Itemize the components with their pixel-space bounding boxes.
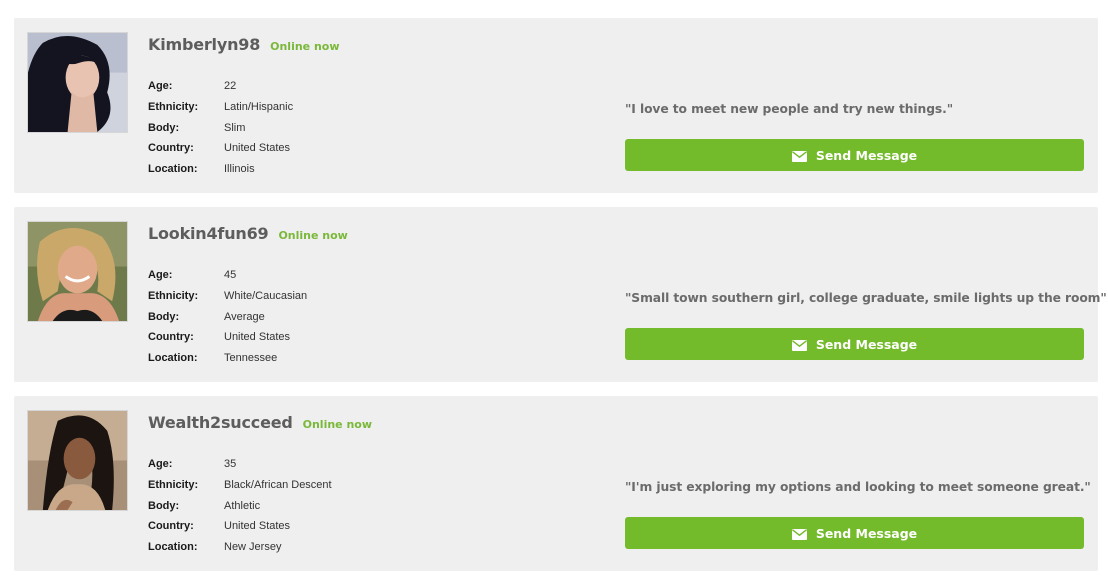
detail-value: White/Caucasian	[224, 290, 308, 303]
detail-label: Body:	[148, 499, 180, 512]
profile-photo[interactable]	[27, 32, 128, 133]
send-message-label: Send Message	[815, 525, 918, 541]
send-message-button[interactable]: Send Message	[625, 517, 1084, 549]
detail-label: Ethnicity:	[148, 101, 199, 114]
detail-label: Location:	[148, 541, 198, 554]
envelope-icon	[791, 150, 807, 162]
detail-label: Body:	[148, 121, 180, 134]
detail-row-ethnicity: Ethnicity: Latin/Hispanic	[148, 97, 293, 118]
detail-label: Ethnicity:	[148, 290, 199, 303]
detail-label: Country:	[148, 520, 194, 533]
username[interactable]: Wealth2succeed	[148, 413, 293, 432]
detail-label: Age:	[148, 269, 173, 282]
send-message-button[interactable]: Send Message	[625, 139, 1084, 171]
detail-label: Age:	[148, 80, 173, 93]
detail-value: New Jersey	[224, 541, 282, 554]
detail-value: Latin/Hispanic	[224, 101, 294, 114]
detail-row-age: Age: 35	[148, 454, 332, 475]
detail-value: Tennessee	[224, 352, 278, 365]
profile-details: Age: 22 Ethnicity: Latin/Hispanic Body: …	[148, 76, 293, 179]
detail-value: Athletic	[224, 499, 261, 512]
detail-row-country: Country: United States	[148, 516, 332, 537]
profile-details: Age: 35 Ethnicity: Black/African Descent…	[148, 454, 332, 557]
detail-row-age: Age: 45	[148, 265, 307, 286]
detail-value: 35	[224, 458, 237, 471]
profile-quote: "Small town southern girl, college gradu…	[625, 291, 1107, 305]
detail-value: United States	[224, 520, 291, 533]
detail-value: Average	[224, 310, 265, 323]
profile-card: Wealth2succeed Online now Age: 35 Ethnic…	[14, 396, 1098, 571]
detail-row-age: Age: 22	[148, 76, 293, 97]
detail-value: United States	[224, 142, 291, 155]
online-status-badge: Online now	[302, 418, 373, 431]
detail-label: Ethnicity:	[148, 479, 199, 492]
detail-row-body: Body: Average	[148, 306, 307, 327]
detail-label: Country:	[148, 331, 194, 344]
profile-details: Age: 45 Ethnicity: White/Caucasian Body:…	[148, 265, 307, 368]
profile-photo[interactable]	[27, 221, 128, 322]
detail-row-location: Location: Illinois	[148, 159, 293, 180]
detail-row-location: Location: Tennessee	[148, 348, 307, 369]
envelope-icon	[791, 339, 807, 351]
detail-row-body: Body: Slim	[148, 117, 293, 138]
detail-row-location: Location: New Jersey	[148, 537, 332, 558]
detail-label: Location:	[148, 352, 198, 365]
detail-value: Black/African Descent	[224, 479, 332, 492]
profile-card: Kimberlyn98 Online now Age: 22 Ethnicity…	[14, 18, 1098, 193]
username[interactable]: Kimberlyn98	[148, 35, 260, 54]
online-status-badge: Online now	[270, 40, 340, 53]
detail-row-country: Country: United States	[148, 327, 307, 348]
detail-value: Illinois	[224, 163, 255, 176]
send-message-label: Send Message	[815, 147, 918, 163]
profile-card: Lookin4fun69 Online now Age: 45 Ethnicit…	[14, 207, 1107, 382]
detail-value: Slim	[224, 121, 246, 134]
detail-row-ethnicity: Ethnicity: Black/African Descent	[148, 475, 332, 496]
username[interactable]: Lookin4fun69	[148, 224, 269, 243]
detail-label: Location:	[148, 163, 198, 176]
online-status-badge: Online now	[278, 229, 348, 242]
profile-quote: "I love to meet new people and try new t…	[625, 102, 954, 116]
detail-value: 45	[224, 269, 237, 282]
send-message-button[interactable]: Send Message	[625, 328, 1084, 360]
detail-row-country: Country: United States	[148, 138, 293, 159]
detail-label: Age:	[148, 458, 173, 471]
detail-value: United States	[224, 331, 291, 344]
profile-quote: "I'm just exploring my options and looki…	[625, 480, 1091, 494]
send-message-label: Send Message	[815, 336, 918, 352]
detail-value: 22	[224, 80, 237, 93]
detail-row-body: Body: Athletic	[148, 495, 332, 516]
profile-list: Kimberlyn98 Online now Age: 22 Ethnicity…	[0, 0, 1108, 582]
envelope-icon	[791, 528, 807, 540]
detail-row-ethnicity: Ethnicity: White/Caucasian	[148, 286, 307, 307]
detail-label: Body:	[148, 310, 180, 323]
detail-label: Country:	[148, 142, 194, 155]
profile-photo[interactable]	[27, 410, 128, 511]
